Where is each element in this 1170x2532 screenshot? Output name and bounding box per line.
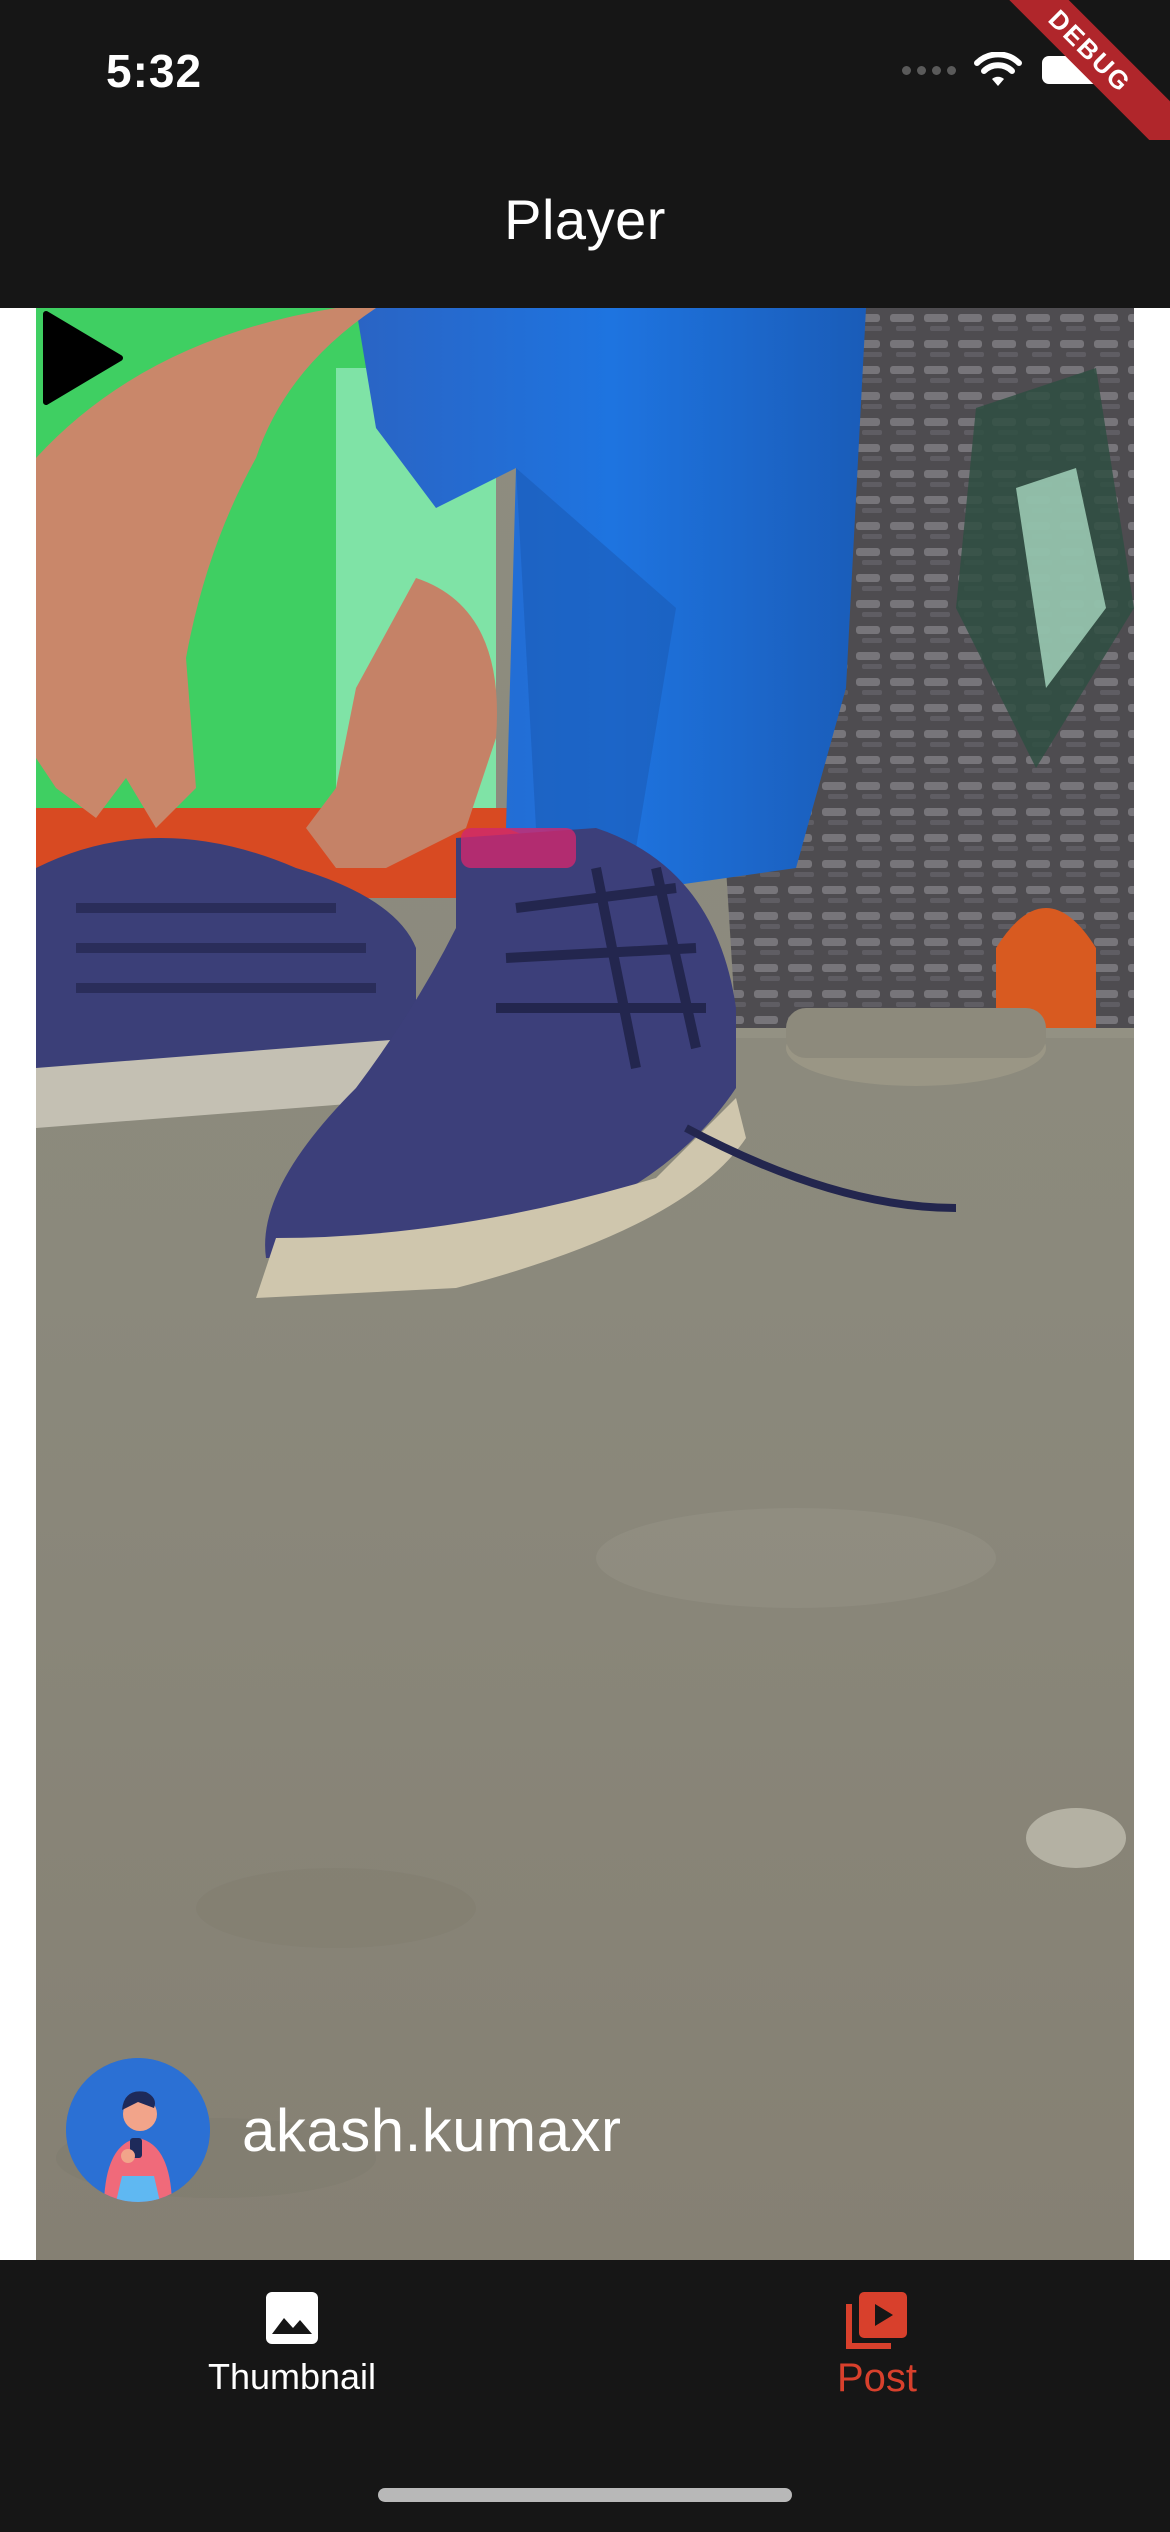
uploader-info[interactable]: akash.kumaxr <box>66 2058 621 2202</box>
video-frame-image <box>36 308 1134 2260</box>
image-icon <box>266 2292 318 2344</box>
nav-item-post[interactable]: Post <box>727 2290 1027 2401</box>
uploader-username[interactable]: akash.kumaxr <box>242 2096 621 2165</box>
content-area: akash.kumaxr <box>0 308 1170 2260</box>
wifi-icon <box>974 52 1022 86</box>
cellular-signal-icon <box>902 65 956 75</box>
page-title: Player <box>504 187 666 251</box>
nav-label-post: Post <box>836 2356 918 2400</box>
avatar[interactable] <box>66 2058 210 2202</box>
nav-item-thumbnail[interactable]: Thumbnail <box>142 2290 442 2398</box>
home-indicator[interactable] <box>378 2488 792 2502</box>
status-time: 5:32 <box>106 45 203 97</box>
video-player[interactable]: akash.kumaxr <box>36 308 1134 2260</box>
app-bar: Player <box>0 140 1170 308</box>
video-library-icon <box>846 2292 907 2349</box>
player-screen: 5:32 DEBUG Player akash.kumaxr Thumbnail… <box>0 0 1170 2532</box>
status-bar: 5:32 DEBUG <box>0 0 1170 172</box>
nav-label-thumbnail: Thumbnail <box>207 2356 377 2397</box>
play-icon[interactable] <box>36 308 126 408</box>
avatar-illustration-icon <box>66 2058 210 2202</box>
